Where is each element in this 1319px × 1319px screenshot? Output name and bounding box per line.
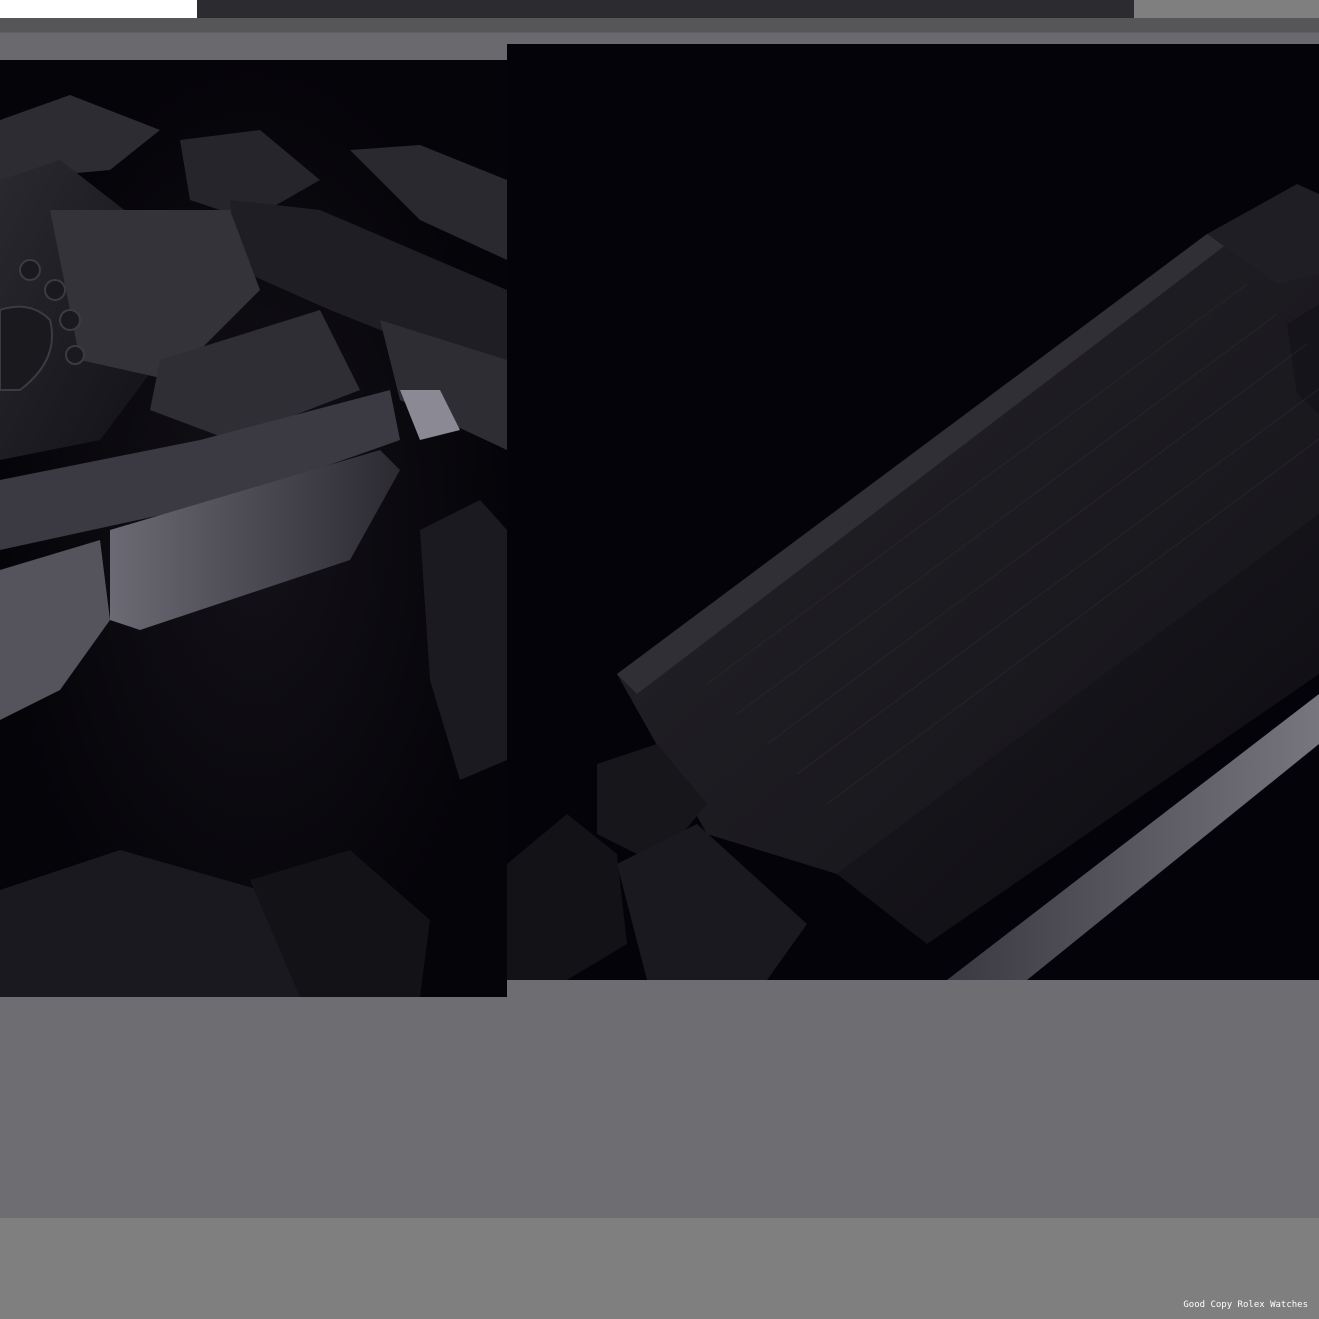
top-white-bar [0, 0, 197, 18]
top-dark-bar [197, 0, 1134, 18]
bottom-gray-panel-left [0, 1234, 523, 1319]
watermark-caption: Good Copy Rolex Watches [1183, 1300, 1308, 1310]
clasp-photo-right [507, 44, 1319, 980]
gray-panel-left [0, 997, 523, 1234]
clasp-photo-left [0, 60, 507, 997]
